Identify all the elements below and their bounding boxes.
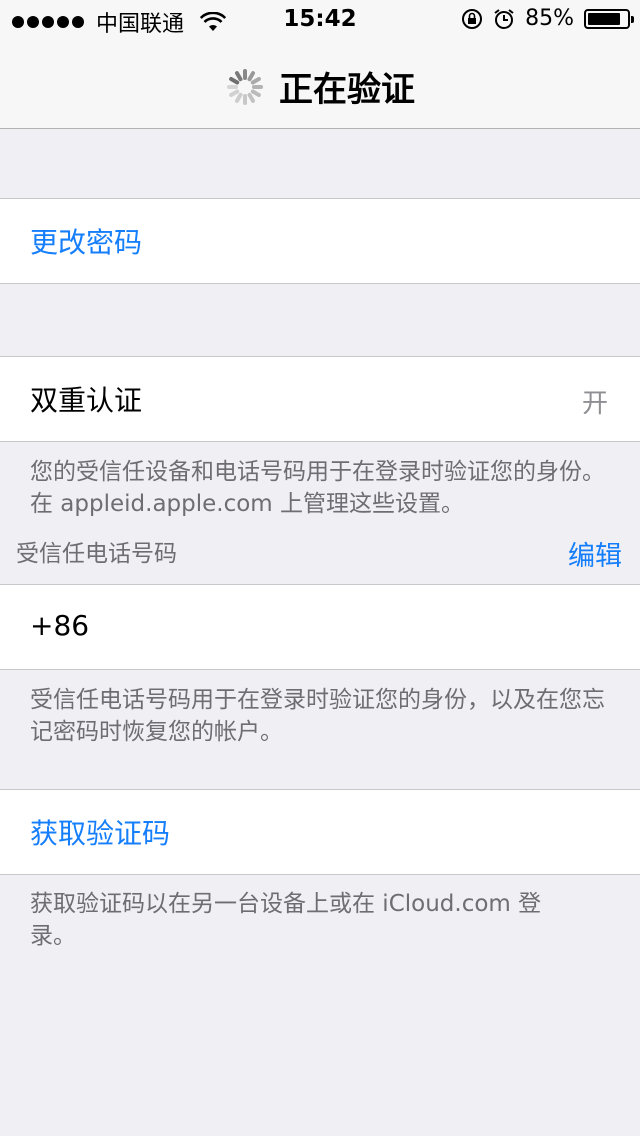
battery-percent: 85%: [525, 6, 574, 31]
trusted-phone-number: +86: [30, 609, 90, 642]
get-code-label[interactable]: 获取验证码: [30, 812, 170, 852]
two-factor-footer: 您的受信任设备和电话号码用于在登录时验证您的身份。在 appleid.apple…: [30, 459, 605, 517]
activity-spinner-icon: [227, 68, 263, 105]
alarm-icon: [494, 8, 514, 29]
status-right: 85%: [461, 6, 634, 31]
two-factor-cell: 双重认证 开: [0, 356, 640, 442]
two-factor-status: 开: [581, 389, 608, 419]
get-code-footer: 获取验证码以在另一台设备上或在 iCloud.com 登录。: [30, 891, 542, 949]
change-password-label[interactable]: 更改密码: [30, 221, 142, 261]
change-password-cell[interactable]: 更改密码: [0, 198, 640, 284]
nav-title-group: 正在验证: [0, 62, 640, 111]
trusted-phone-header: 受信任电话号码: [16, 541, 177, 567]
battery-fill: [588, 12, 620, 25]
battery-icon: [584, 8, 634, 29]
page-title: 正在验证: [279, 70, 415, 110]
trusted-phone-cell: +86: [0, 584, 640, 670]
edit-button[interactable]: 编辑: [568, 534, 622, 573]
navigation-bar: 正在验证: [0, 40, 640, 129]
two-factor-label: 双重认证: [30, 384, 143, 417]
trusted-phone-footer: 受信任电话号码用于在登录时验证您的身份，以及在您忘记密码时恢复您的帐户。: [30, 687, 605, 745]
get-code-cell[interactable]: 获取验证码: [0, 789, 640, 875]
rotation-lock-icon: [462, 8, 483, 29]
status-bar: 中国联通 15:42 85%: [0, 0, 640, 40]
